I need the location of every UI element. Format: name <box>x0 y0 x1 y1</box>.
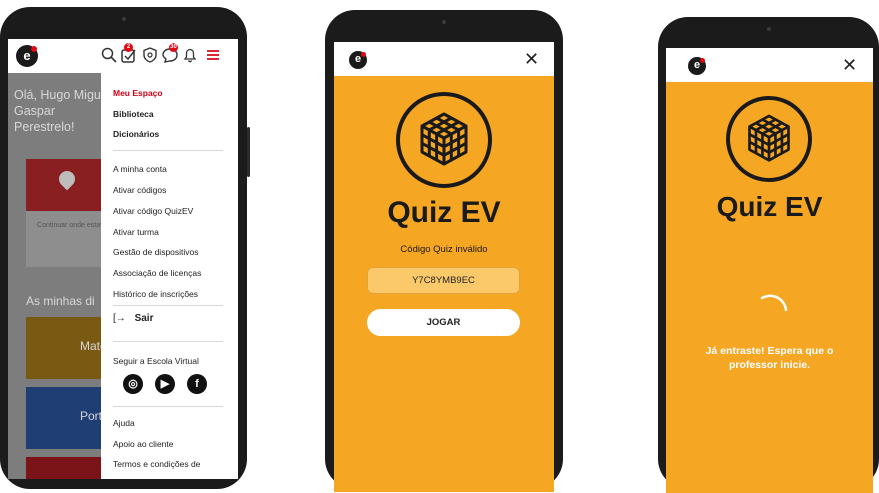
follow-label: Seguir a Escola Virtual <box>113 356 199 366</box>
logout-button[interactable]: [→ Sair <box>113 313 153 324</box>
camera-dot <box>121 17 126 21</box>
search-icon[interactable] <box>100 46 118 64</box>
bell-icon[interactable] <box>181 46 199 64</box>
subject-card-label: Port <box>80 409 103 423</box>
quiz-header: e ✕ <box>334 42 554 76</box>
youtube-icon[interactable]: ▶ <box>155 374 175 394</box>
instagram-icon[interactable]: ◎ <box>123 374 143 394</box>
menu-item-termos[interactable]: Termos e condições de <box>113 459 200 469</box>
continue-card[interactable]: Continuar onde estavas! <box>26 159 113 267</box>
assignments-badge: 2 <box>124 43 133 52</box>
logo-dot <box>361 52 366 57</box>
phone-quiz-waiting: e ✕ Quiz EV Já entraste! Espera que o pr… <box>658 17 879 493</box>
menu-divider <box>113 406 223 407</box>
menu-item-associacao-licencas[interactable]: Associação de licenças <box>113 268 201 278</box>
logout-icon: [→ <box>113 313 126 324</box>
menu-item-biblioteca[interactable]: Biblioteca <box>113 109 154 119</box>
waiting-message: Já entraste! Espera que o professor inic… <box>705 345 834 371</box>
menu-divider <box>113 341 223 342</box>
quiz-title: Quiz EV <box>716 191 823 222</box>
chat-badge: 30 <box>169 43 178 52</box>
close-icon[interactable]: ✕ <box>842 55 857 75</box>
main-menu: Meu Espaço Biblioteca Dicionários A minh… <box>101 73 238 479</box>
subject-card-extra[interactable] <box>26 457 106 479</box>
menu-divider <box>113 150 223 151</box>
phone1-screen: Olá, Hugo Miguel Gaspar Perestrelo! Cont… <box>8 39 238 479</box>
quiz-code-input[interactable]: Y7C8YMB9EC <box>367 267 520 294</box>
menu-item-apoio-cliente[interactable]: Apoio ao cliente <box>113 439 174 449</box>
loading-spinner-icon <box>760 294 788 312</box>
cube-icon <box>748 114 790 162</box>
section-heading: As minhas di <box>26 294 95 308</box>
menu-divider <box>113 305 223 306</box>
phone-menu-view: Olá, Hugo Miguel Gaspar Perestrelo! Cont… <box>0 7 250 489</box>
menu-item-ajuda[interactable]: Ajuda <box>113 418 135 428</box>
camera-dot <box>766 27 771 31</box>
shield-icon[interactable] <box>141 46 159 64</box>
subject-card-portuguese[interactable]: Port <box>26 387 106 449</box>
menu-item-ativar-codigo-quizev[interactable]: Ativar código QuizEV <box>113 206 193 216</box>
quiz-title: Quiz EV <box>387 196 501 229</box>
cube-icon <box>420 112 468 166</box>
quiz-header: e ✕ <box>666 48 873 82</box>
subject-card-math[interactable]: Mate <box>26 317 107 379</box>
close-icon[interactable]: ✕ <box>524 49 539 69</box>
menu-item-meu-espaco[interactable]: Meu Espaço <box>113 88 163 98</box>
cube-logo-icon <box>726 96 812 182</box>
escola-virtual-logo[interactable]: e <box>16 45 38 67</box>
app-header: e 2 30 <box>8 39 238 73</box>
menu-item-gestao-dispositivos[interactable]: Gestão de dispositivos <box>113 247 199 257</box>
escola-virtual-logo[interactable]: e <box>688 57 706 75</box>
phone-quiz-invalid: e ✕ Quiz EV Código Quiz inválido Y7C8YMB… <box>325 10 563 492</box>
greeting-text: Olá, Hugo Miguel Gaspar Perestrelo! <box>14 88 111 134</box>
logo-dot <box>700 58 705 63</box>
menu-item-dicionarios[interactable]: Dicionários <box>113 129 159 139</box>
cube-logo-icon <box>396 92 492 188</box>
menu-item-ativar-codigos[interactable]: Ativar códigos <box>113 185 166 195</box>
menu-item-a-minha-conta[interactable]: A minha conta <box>113 164 167 174</box>
play-button[interactable]: JOGAR <box>367 309 520 336</box>
menu-icon[interactable] <box>204 46 222 64</box>
phone2-screen: e ✕ Quiz EV Código Quiz inválido Y7C8YMB… <box>334 42 554 492</box>
menu-item-ativar-turma[interactable]: Ativar turma <box>113 227 159 237</box>
logo-dot <box>31 46 37 52</box>
camera-dot <box>442 20 446 24</box>
escola-virtual-logo[interactable]: e <box>349 51 367 69</box>
phone3-screen: e ✕ Quiz EV Já entraste! Espera que o pr… <box>666 48 873 493</box>
menu-item-historico-inscricoes[interactable]: Histórico de inscrições <box>113 289 198 299</box>
facebook-icon[interactable]: f <box>187 374 207 394</box>
error-message: Código Quiz inválido <box>400 244 488 255</box>
logout-label: Sair <box>134 313 154 324</box>
logo-letter: e <box>23 48 31 63</box>
power-button <box>247 127 250 177</box>
